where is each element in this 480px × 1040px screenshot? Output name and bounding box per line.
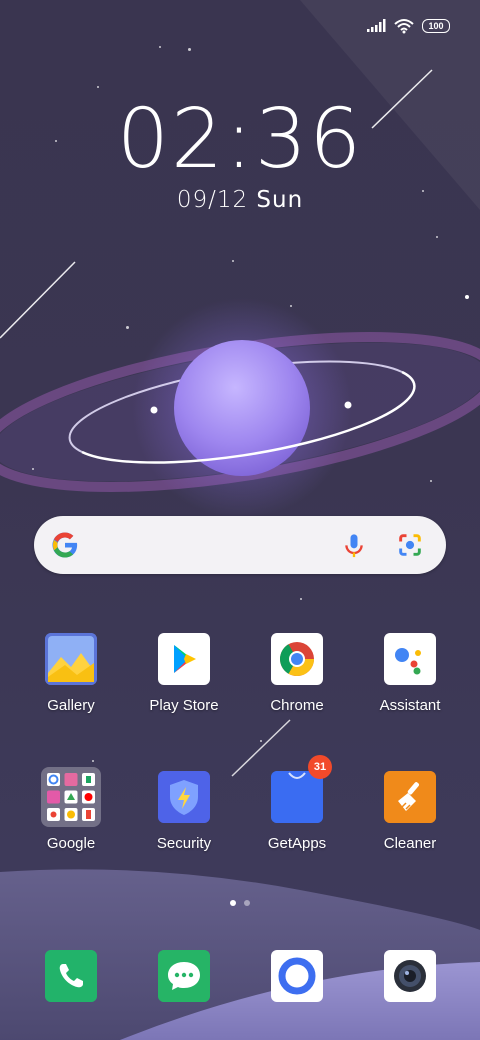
phone-icon [45, 950, 97, 1002]
app-label: Security [156, 835, 212, 852]
notification-badge: 31 [308, 755, 332, 779]
browser-icon [271, 950, 323, 1002]
cleaner-icon [384, 771, 436, 823]
dock-camera[interactable] [355, 950, 465, 1002]
page-indicator[interactable] [0, 900, 480, 906]
app-label: Assistant [379, 697, 441, 714]
app-label: Play Store [149, 697, 219, 714]
wifi-icon [394, 19, 414, 34]
getapps-icon [271, 771, 323, 823]
day-value: Sun [256, 187, 304, 213]
google-search-bar[interactable] [34, 516, 446, 574]
app-label: Chrome [270, 697, 324, 714]
app-cleaner[interactable]: Cleaner [355, 771, 465, 852]
signal-icon [367, 19, 386, 32]
google-folder-icon [41, 767, 101, 827]
folder-google[interactable]: Google [16, 767, 126, 852]
assistant-icon [384, 633, 436, 685]
camera-icon [384, 950, 436, 1002]
clock-time[interactable]: 02:36 [0, 92, 480, 187]
app-label: Cleaner [383, 835, 437, 852]
mic-icon[interactable] [340, 532, 368, 560]
dock-browser[interactable] [242, 950, 352, 1002]
app-label: Google [46, 835, 96, 852]
status-bar: 100 [366, 18, 450, 34]
page-dot [244, 900, 250, 906]
chrome-icon [271, 633, 323, 685]
dock-phone[interactable] [16, 950, 126, 1002]
dock-messages[interactable] [129, 950, 239, 1002]
app-getapps[interactable]: 31 GetApps [242, 755, 352, 852]
page-dot-active [230, 900, 236, 906]
app-assistant[interactable]: Assistant [355, 633, 465, 714]
app-play-store[interactable]: Play Store [129, 633, 239, 714]
google-logo-icon [52, 532, 78, 558]
app-gallery[interactable]: Gallery [16, 633, 126, 714]
app-label: Gallery [47, 697, 95, 714]
gallery-icon [45, 633, 97, 685]
security-icon [158, 771, 210, 823]
date-value: 09/12 [176, 187, 249, 213]
clock-date[interactable]: 09/12 Sun [0, 187, 480, 213]
play-store-icon [158, 633, 210, 685]
app-security[interactable]: Security [129, 771, 239, 852]
app-chrome[interactable]: Chrome [242, 633, 352, 714]
battery-indicator: 100 [422, 19, 450, 33]
messages-icon [158, 950, 210, 1002]
lens-icon[interactable] [396, 531, 424, 559]
app-label: GetApps [267, 835, 327, 852]
